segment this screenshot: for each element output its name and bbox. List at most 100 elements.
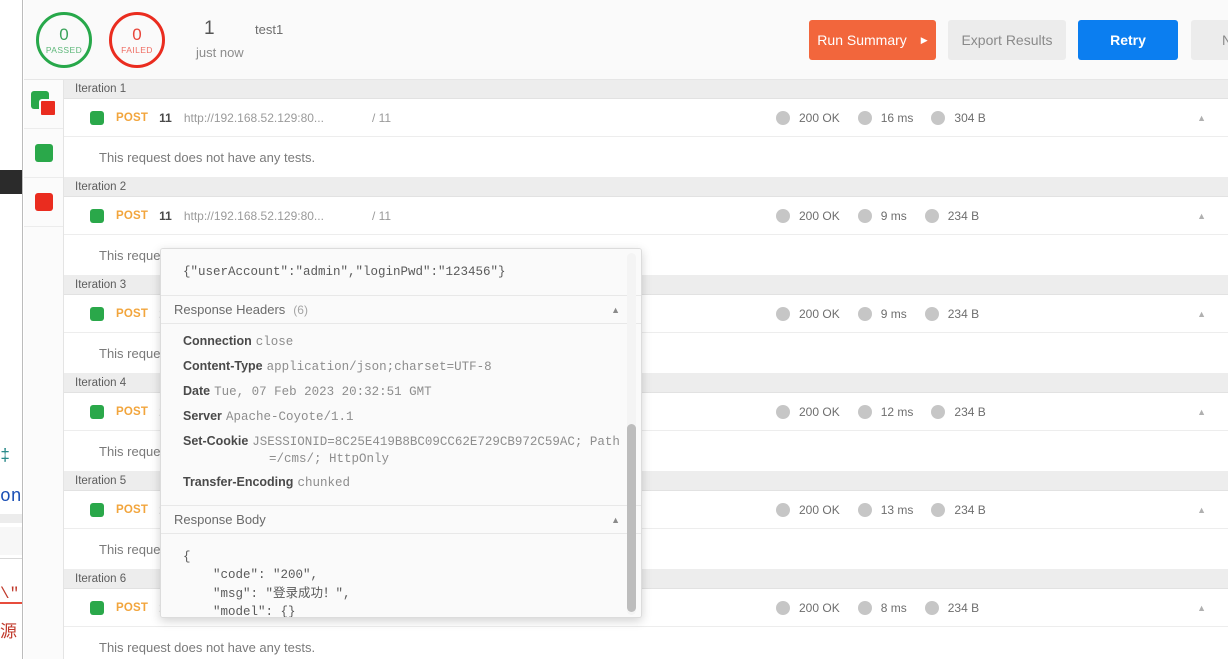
run-collection-name: test1 <box>255 22 284 37</box>
response-header-row: Content-Type application/json;charset=UTF… <box>161 358 641 376</box>
request-meta: 200 OK 16 ms 304 B <box>776 110 995 125</box>
request-method: POST <box>116 307 149 320</box>
background-rule <box>0 558 22 559</box>
runner-body: Iteration 1 POST 11 http://192.168.52.129:8… <box>24 80 1228 659</box>
response-header-key: Server <box>183 408 222 423</box>
no-tests-row: This request does not have any tests. <box>64 137 1228 178</box>
response-time: 8 ms <box>880 600 907 615</box>
request-path: / 11 <box>371 208 392 223</box>
response-status: 200 OK <box>799 404 840 419</box>
run-header: 0 PASSED 0 FAILED 1 just now test1 Run S… <box>24 0 1228 80</box>
size-dot-icon <box>924 600 939 615</box>
iteration-header: Iteration 2 <box>64 178 1228 197</box>
collection-runner-window: 0 PASSED 0 FAILED 1 just now test1 Run S… <box>24 0 1228 659</box>
request-detail-popup[interactable]: Request Body ▲ {"userAccount":"admin","l… <box>160 248 642 618</box>
response-status: 200 OK <box>799 502 840 517</box>
response-headers-list: Connection close Content-Type application/j… <box>161 324 641 507</box>
request-url: http://192.168.52.129:80... <box>183 208 324 223</box>
response-headers-count: (6) <box>293 302 308 317</box>
request-method: POST <box>116 209 149 222</box>
failed-square-icon <box>34 193 53 211</box>
request-url: http://192.168.52.129:80... <box>183 110 324 125</box>
screen: ‡ on \" 源 0 PASSED 0 FAILED 1 just now t… <box>0 0 1228 659</box>
response-header-key: Set-Cookie <box>183 433 249 448</box>
passed-counter: 0 PASSED <box>36 12 92 68</box>
status-filter-rail <box>24 80 64 659</box>
response-header-row: Server Apache-Coyote/1.1 <box>161 408 641 426</box>
chevron-up-icon[interactable]: ▲ <box>1197 505 1206 515</box>
response-size: 234 B <box>947 208 980 223</box>
response-header-row: Connection close <box>161 333 641 351</box>
background-text-fragment-1: ‡ <box>0 447 11 466</box>
response-status: 200 OK <box>799 208 840 223</box>
request-id: 11 <box>159 208 172 223</box>
background-dark-band <box>0 170 22 194</box>
request-row[interactable]: POST 11 http://192.168.52.129:80... / 11 200… <box>64 99 1228 137</box>
passed-label: PASSED <box>45 44 83 55</box>
time-dot-icon <box>857 502 872 517</box>
popup-scroll-content: Request Body ▲ {"userAccount":"admin","l… <box>161 248 642 617</box>
status-dot-icon <box>776 306 790 321</box>
response-time: 9 ms <box>880 208 907 223</box>
filter-all[interactable] <box>24 80 63 129</box>
new-run-button[interactable]: New <box>1191 20 1228 60</box>
response-headers-section-header[interactable]: Response Headers (6) ▲ <box>161 296 641 325</box>
passed-count: 0 <box>59 24 69 44</box>
request-status-square-icon <box>90 502 104 517</box>
retry-button[interactable]: Retry <box>1078 20 1178 60</box>
no-tests-row: This request does not have any tests. <box>64 627 1228 659</box>
chevron-up-icon[interactable]: ▲ <box>1197 211 1206 221</box>
response-header-value-continued: =/cms/; HttpOnly <box>269 451 390 466</box>
response-header-value: JSESSIONID=8C25E419B8BC09CC62E729CB972C5… <box>252 434 620 449</box>
chevron-up-icon[interactable]: ▲ <box>611 305 620 315</box>
request-body-content: {"userAccount":"admin","loginPwd":"12345… <box>161 249 641 297</box>
chevron-up-icon[interactable]: ▲ <box>1197 309 1206 319</box>
response-header-key: Content-Type <box>183 359 263 373</box>
run-iteration-count: 1 <box>204 18 215 39</box>
request-method: POST <box>116 503 149 516</box>
background-window-fragment: ‡ on \" 源 <box>0 0 22 659</box>
request-row[interactable]: POST 11 http://192.168.52.129:80... / 11 200… <box>64 197 1228 235</box>
filter-failed[interactable] <box>24 178 63 227</box>
filter-passed[interactable] <box>24 129 63 178</box>
time-dot-icon <box>857 208 872 223</box>
request-meta: 200 OK 12 ms 234 B <box>776 404 995 419</box>
response-header-key: Date <box>183 383 211 398</box>
time-dot-icon <box>857 404 872 419</box>
response-body-title: Response Body <box>174 512 266 528</box>
request-id: 11 <box>159 110 172 125</box>
response-time: 9 ms <box>880 306 907 321</box>
chevron-up-icon[interactable]: ▲ <box>1197 603 1206 613</box>
background-light-band <box>0 527 22 555</box>
chevron-up-icon[interactable]: ▲ <box>611 515 620 525</box>
response-time: 16 ms <box>880 110 914 125</box>
red-square-icon <box>38 99 57 117</box>
response-size: 304 B <box>954 110 986 125</box>
request-body-section-header[interactable]: Request Body ▲ <box>161 248 642 249</box>
size-dot-icon <box>931 110 946 125</box>
run-summary-button[interactable]: Run Summary ▶ <box>809 20 936 60</box>
status-dot-icon <box>776 600 790 615</box>
export-results-button[interactable]: Export Results <box>948 20 1066 60</box>
response-size: 234 B <box>947 306 980 321</box>
status-dot-icon <box>776 502 790 517</box>
response-header-value: Tue, 07 Feb 2023 20:32:51 GMT <box>214 384 432 399</box>
response-header-key: Transfer-Encoding <box>183 475 294 490</box>
response-body-section-header[interactable]: Response Body ▲ <box>161 506 641 535</box>
size-dot-icon <box>931 502 946 517</box>
status-dot-icon <box>776 404 790 419</box>
request-meta: 200 OK 9 ms 234 B <box>776 208 988 223</box>
request-method: POST <box>116 405 149 418</box>
popup-scrollbar[interactable] <box>627 253 636 615</box>
request-status-square-icon <box>90 306 104 321</box>
response-time: 13 ms <box>880 502 914 517</box>
chevron-up-icon[interactable]: ▲ <box>1197 407 1206 417</box>
response-header-row: Set-Cookie JSESSIONID=8C25E419B8BC09CC62E… <box>161 433 641 468</box>
passed-square-icon <box>34 144 53 162</box>
all-results-icon <box>30 91 57 117</box>
background-text-fragment-4: 源 <box>0 624 17 643</box>
chevron-up-icon[interactable]: ▲ <box>1197 113 1206 123</box>
response-header-row: Date Tue, 07 Feb 2023 20:32:51 GMT <box>161 383 641 401</box>
popup-scrollbar-thumb[interactable] <box>627 424 636 612</box>
status-dot-icon <box>776 110 790 125</box>
